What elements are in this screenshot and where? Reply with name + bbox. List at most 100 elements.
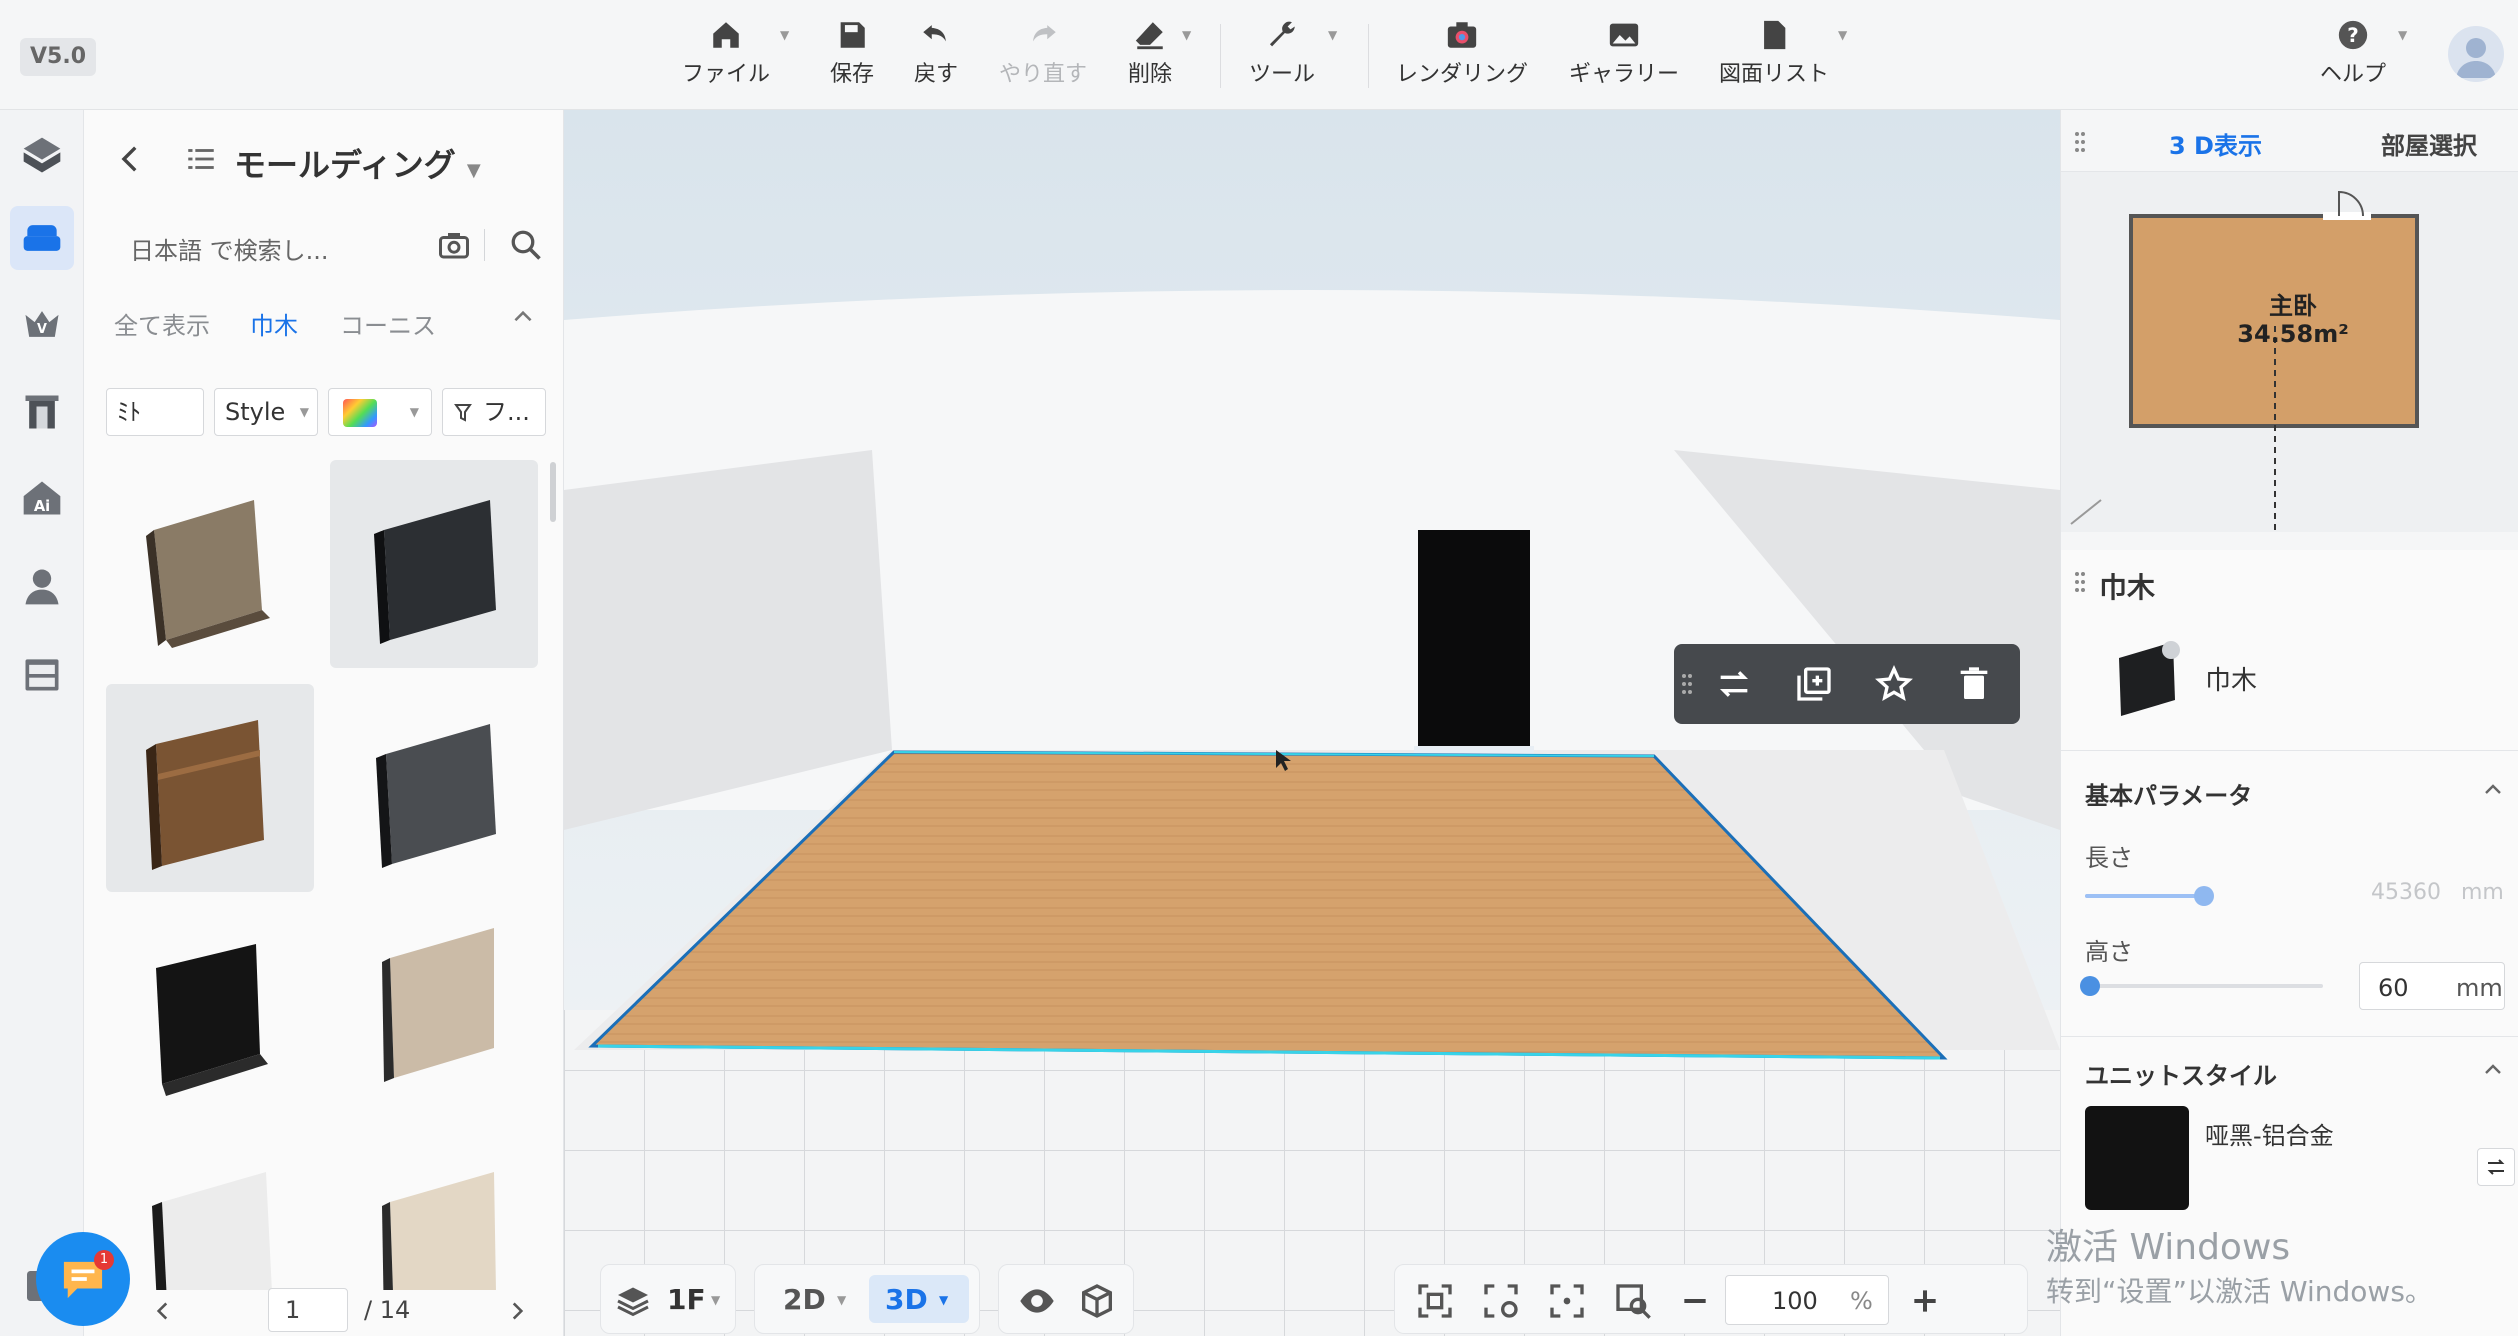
- color-select[interactable]: ▼: [328, 388, 432, 436]
- sort-select[interactable]: ﾐﾄ: [106, 388, 204, 436]
- zoom-input[interactable]: 100 %: [1725, 1275, 1889, 1325]
- box-view-icon[interactable]: [1077, 1281, 1117, 1321]
- drawing-list-button[interactable]: 図面リスト: [1714, 18, 1834, 98]
- rail-item-furniture[interactable]: [10, 206, 74, 270]
- drag-handle-icon[interactable]: [1680, 670, 1694, 698]
- zoom-in-icon[interactable]: [1909, 1285, 1941, 1317]
- help-button[interactable]: ? ヘルプ: [2316, 18, 2390, 98]
- tools-menu-button[interactable]: ツール: [1246, 18, 1318, 98]
- product-tile[interactable]: [330, 1132, 538, 1290]
- rail-item-ai[interactable]: Ai: [10, 466, 74, 530]
- tab-room-select[interactable]: 部屋選択: [2381, 126, 2477, 161]
- height-slider[interactable]: [2079, 976, 2323, 996]
- room-area: 34.58m²: [2237, 320, 2349, 348]
- delete-button[interactable]: 削除: [1118, 18, 1182, 98]
- chevron-down-icon: ▼: [2398, 28, 2408, 42]
- page-input[interactable]: 1: [268, 1288, 348, 1332]
- tab-all[interactable]: 全て表示: [114, 306, 210, 341]
- replace-icon[interactable]: [1714, 664, 1754, 704]
- zoom-out-icon[interactable]: [1679, 1285, 1711, 1317]
- chevron-up-icon[interactable]: [510, 304, 536, 330]
- product-tile[interactable]: [106, 460, 314, 668]
- search-input[interactable]: 日本語 で検索し...: [130, 231, 329, 266]
- zoom-area-icon[interactable]: [1613, 1281, 1653, 1321]
- redo-button[interactable]: やり直す: [988, 18, 1098, 98]
- product-tile[interactable]: [106, 684, 314, 892]
- view-3d-button[interactable]: 3D ▼: [869, 1275, 969, 1323]
- length-slider-knob[interactable]: [2193, 886, 2214, 906]
- replace-material-button[interactable]: [2477, 1148, 2515, 1186]
- selection-toolbar: [1674, 644, 2020, 724]
- trash-icon[interactable]: [1954, 664, 1994, 704]
- file-label: ファイル: [681, 62, 770, 87]
- product-tile[interactable]: [330, 684, 538, 892]
- star-icon[interactable]: [1874, 664, 1914, 704]
- zoom-controls: 100 %: [1394, 1264, 2028, 1334]
- view-tabs: 3 D表示 部屋選択: [2061, 110, 2518, 172]
- length-slider-fill: [2085, 894, 2204, 898]
- 3d-viewport[interactable]: 1F ▼ 2D ▼ 3D ▼ 100 %: [564, 110, 2060, 1336]
- prev-page-icon[interactable]: [150, 1298, 176, 1324]
- search-bar: 日本語 で検索し...: [114, 215, 544, 275]
- height-slider-knob[interactable]: [2079, 976, 2100, 996]
- tab-baseboard[interactable]: 巾木: [250, 306, 298, 341]
- baseboard-thumbnail: [374, 500, 496, 644]
- rail-item-structure[interactable]: [10, 124, 74, 188]
- fit-selection-icon[interactable]: [1415, 1281, 1455, 1321]
- search-icon[interactable]: [508, 227, 544, 263]
- rail-item-premium[interactable]: V: [10, 292, 74, 356]
- user-avatar[interactable]: [2448, 26, 2504, 82]
- height-value: 60: [2378, 974, 2409, 1002]
- chevron-up-icon[interactable]: [2481, 1058, 2505, 1082]
- filter-button[interactable]: フ...: [442, 388, 546, 436]
- tab-cornice[interactable]: コーニス: [340, 306, 436, 341]
- render-button[interactable]: レンダリング: [1392, 18, 1532, 98]
- save-button[interactable]: 保存: [820, 18, 884, 98]
- duplicate-icon[interactable]: [1794, 664, 1834, 704]
- rail-item-account[interactable]: [10, 554, 74, 618]
- undo-label: 戻す: [913, 62, 958, 87]
- minimap-canvas: [2061, 172, 2518, 532]
- rail-item-doors[interactable]: [10, 380, 74, 444]
- undo-button[interactable]: 戻す: [904, 18, 968, 98]
- gallery-button[interactable]: ギャラリー: [1564, 18, 1684, 98]
- rail-item-cabinet[interactable]: [10, 642, 74, 706]
- gallery-label: ギャラリー: [1568, 62, 1679, 87]
- file-menu-button[interactable]: ファイル: [676, 18, 776, 98]
- chat-button[interactable]: 1: [36, 1232, 130, 1326]
- material-swatch[interactable]: [2085, 1106, 2189, 1210]
- focus-icon[interactable]: [1547, 1281, 1587, 1321]
- view-settings-icon[interactable]: [1481, 1281, 1521, 1321]
- list-icon[interactable]: [184, 142, 218, 176]
- chevron-down-icon: ▼: [780, 28, 790, 42]
- product-tile[interactable]: [106, 1132, 314, 1290]
- scrollbar[interactable]: [550, 462, 556, 522]
- drag-handle-icon[interactable]: [2073, 568, 2087, 596]
- panel-title[interactable]: モールディング ▼: [234, 140, 481, 186]
- cabinet-icon: [25, 659, 59, 691]
- redo-label: やり直す: [998, 62, 1087, 87]
- next-page-icon[interactable]: [504, 1298, 530, 1324]
- length-slider[interactable]: [2085, 886, 2214, 906]
- product-tile[interactable]: [330, 460, 538, 668]
- baseboard-thumbnail: [156, 944, 268, 1096]
- camera-search-icon[interactable]: [436, 227, 472, 263]
- chevron-up-icon[interactable]: [2481, 778, 2505, 802]
- eye-icon[interactable]: [1017, 1281, 1057, 1321]
- camera-icon: [1447, 22, 1477, 48]
- tab-3d-view[interactable]: 3 D表示: [2169, 126, 2262, 161]
- image-icon: [1609, 23, 1639, 47]
- floor-selector[interactable]: 1F ▼: [600, 1264, 736, 1334]
- product-tile[interactable]: [106, 908, 314, 1116]
- drag-handle-icon[interactable]: [2073, 128, 2087, 156]
- height-input[interactable]: 60 mm: [2359, 962, 2505, 1010]
- back-icon[interactable]: [114, 142, 148, 176]
- view-2d-button[interactable]: 2D: [783, 1283, 826, 1316]
- crown-icon: V: [25, 311, 59, 337]
- baseboard-thumbnail: [376, 724, 496, 868]
- product-tile[interactable]: [330, 908, 538, 1116]
- style-select[interactable]: Style ▼: [214, 388, 318, 436]
- baseboard-thumbnail: [146, 500, 270, 648]
- floorplan-minimap[interactable]: 主卧 34.58m²: [2061, 172, 2518, 532]
- door-model: [1418, 530, 1530, 752]
